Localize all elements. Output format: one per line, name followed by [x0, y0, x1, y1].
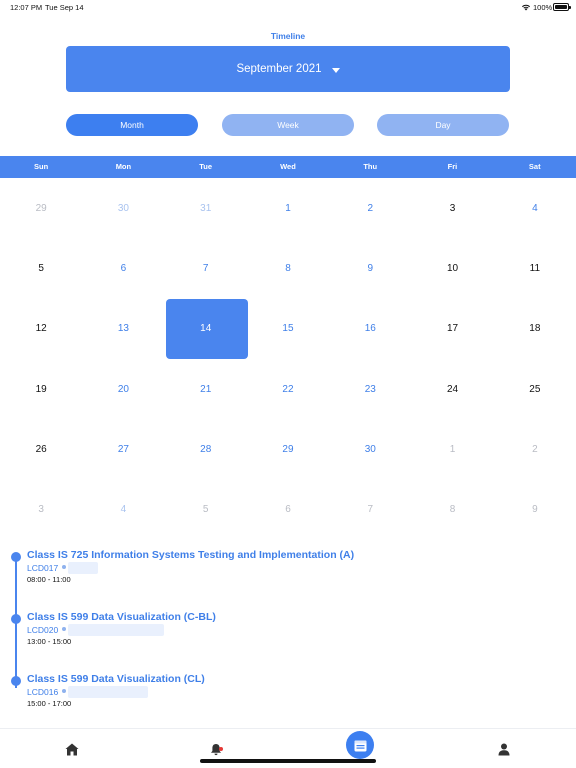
calendar-day[interactable]: 26	[0, 419, 82, 479]
weekday-label: Thu	[363, 162, 378, 171]
notification-badge	[219, 747, 223, 751]
month-selector-label: September 2021	[236, 63, 322, 75]
tab-month[interactable]: Month	[66, 114, 198, 136]
calendar-day-selected[interactable]: 14	[165, 298, 248, 359]
calendar-day[interactable]: 12	[0, 299, 82, 359]
tab-home[interactable]	[42, 729, 102, 768]
weekday-label: Sun	[34, 162, 49, 171]
timeline-dot	[11, 552, 21, 562]
status-date: Tue Sep 14	[45, 3, 84, 12]
battery-percent: 100%	[533, 3, 553, 12]
event-item[interactable]: Class IS 725 Information Systems Testing…	[0, 548, 576, 588]
event-title: Class IS 599 Data Visualization (CL)	[27, 673, 205, 685]
event-room: LCD017	[27, 563, 59, 573]
timeline-dot	[11, 676, 21, 686]
calendar-day[interactable]: 16	[329, 299, 411, 359]
calendar-day[interactable]: 10	[411, 238, 493, 298]
calendar-day[interactable]: 1	[411, 419, 493, 479]
event-item[interactable]: Class IS 599 Data Visualization (C-BL) L…	[0, 610, 576, 650]
calendar-day[interactable]: 27	[82, 419, 164, 479]
calendar-day[interactable]: 23	[329, 359, 411, 419]
calendar-icon	[354, 740, 366, 751]
page-title: Timeline	[270, 31, 306, 41]
weekday-label: Tue	[199, 162, 213, 171]
calendar-day[interactable]: 9	[329, 238, 411, 298]
calendar-day[interactable]: 20	[82, 359, 164, 419]
event-title: Class IS 725 Information Systems Testing…	[27, 549, 355, 561]
weekday-label: Fri	[447, 162, 458, 171]
calendar-day[interactable]: 2	[329, 178, 411, 238]
calendar-day[interactable]: 18	[494, 299, 576, 359]
weekday-header: Sun Mon Tue Wed Thu Fri Sat	[0, 156, 576, 178]
calendar-day[interactable]: 30	[329, 419, 411, 479]
room-separator-dot	[62, 689, 66, 693]
calendar-day[interactable]: 7	[329, 480, 411, 540]
calendar-day[interactable]: 8	[411, 480, 493, 540]
calendar-day[interactable]: 29	[247, 419, 329, 479]
calendar-day[interactable]: 30	[82, 178, 164, 238]
calendar-day[interactable]: 13	[82, 299, 164, 359]
calendar-day[interactable]: 17	[411, 299, 493, 359]
redacted-text	[68, 562, 98, 574]
calendar-day[interactable]: 9	[494, 480, 576, 540]
room-separator-dot	[62, 627, 66, 631]
profile-icon	[498, 743, 510, 755]
home-indicator	[200, 759, 376, 763]
status-time: 12:07 PM	[10, 3, 43, 12]
tab-day[interactable]: Day	[377, 114, 509, 136]
caret-down-icon	[331, 67, 340, 73]
calendar-day[interactable]: 21	[165, 359, 247, 419]
redacted-text	[68, 624, 164, 636]
calendar-day[interactable]: 2	[494, 419, 576, 479]
calendar-tab-button	[346, 731, 374, 759]
calendar-day[interactable]: 11	[494, 238, 576, 298]
calendar-day[interactable]: 5	[0, 238, 82, 298]
event-item[interactable]: Class IS 599 Data Visualization (CL) LCD…	[0, 672, 576, 712]
event-title: Class IS 599 Data Visualization (C-BL)	[27, 611, 216, 623]
status-bar: 12:07 PM Tue Sep 14 100%	[0, 0, 576, 16]
calendar-day[interactable]: 4	[494, 178, 576, 238]
tab-week[interactable]: Week	[222, 114, 354, 136]
event-timeline: Class IS 725 Information Systems Testing…	[0, 548, 576, 720]
weekday-label: Wed	[280, 162, 296, 171]
month-selector-button[interactable]: September 2021	[66, 46, 510, 92]
calendar-day[interactable]: 6	[82, 238, 164, 298]
wifi-icon	[522, 4, 530, 11]
calendar-day[interactable]: 6	[247, 480, 329, 540]
calendar-day[interactable]: 15	[247, 299, 329, 359]
calendar-day[interactable]: 5	[165, 480, 247, 540]
weekday-label: Mon	[115, 162, 132, 171]
calendar-day[interactable]: 29	[0, 178, 82, 238]
room-separator-dot	[62, 565, 66, 569]
redacted-text	[68, 686, 148, 698]
calendar-day[interactable]: 28	[165, 419, 247, 479]
calendar-grid: 29 30 31 1 2 3 4 5 6 7 8 9 10 11 12 13 1…	[0, 178, 576, 540]
calendar-day[interactable]: 8	[247, 238, 329, 298]
event-room: LCD016	[27, 687, 59, 697]
calendar-day[interactable]: 4	[82, 480, 164, 540]
calendar-day[interactable]: 25	[494, 359, 576, 419]
timeline-dot	[11, 614, 21, 624]
weekday-label: Sat	[528, 162, 541, 171]
view-toggle: Month Week Day	[0, 114, 576, 136]
home-icon	[65, 743, 79, 755]
calendar-day[interactable]: 7	[165, 238, 247, 298]
event-time: 13:00 - 15:00	[27, 637, 72, 646]
tab-profile[interactable]	[474, 729, 534, 768]
selected-day-number: 14	[200, 323, 212, 335]
calendar-day[interactable]: 19	[0, 359, 82, 419]
event-room: LCD020	[27, 625, 59, 635]
calendar-day[interactable]: 31	[165, 178, 247, 238]
calendar-day[interactable]: 24	[411, 359, 493, 419]
calendar-day[interactable]: 3	[0, 480, 82, 540]
calendar-day[interactable]: 22	[247, 359, 329, 419]
event-time: 15:00 - 17:00	[27, 699, 72, 708]
calendar-day[interactable]: 3	[411, 178, 493, 238]
event-time: 08:00 - 11:00	[27, 575, 71, 584]
calendar-day[interactable]: 1	[247, 178, 329, 238]
battery-icon	[553, 3, 571, 11]
